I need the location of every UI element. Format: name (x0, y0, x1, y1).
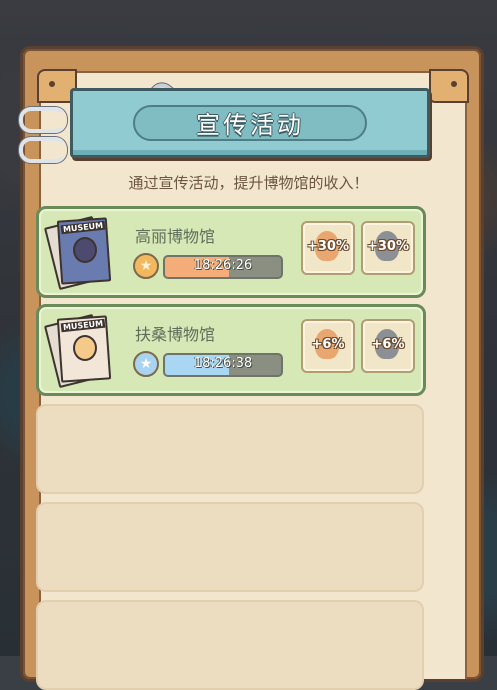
empty-campaign-slot[interactable] (36, 502, 424, 592)
empty-campaign-slot[interactable] (36, 404, 424, 494)
bonus-badge-visitors[interactable]: +30% (361, 221, 415, 275)
bonus-badge-income[interactable]: +30% (301, 221, 355, 275)
header-plaque: 宣传活动 (70, 88, 430, 158)
star-icon: ★ (133, 253, 159, 279)
star-icon: ★ (133, 351, 159, 377)
bonus-value: +6% (371, 337, 405, 352)
page-title: 宣传活动 (196, 111, 304, 139)
binder-ring-icon (19, 107, 67, 133)
bonus-badge-income[interactable]: +6% (301, 319, 355, 373)
bonus-value: +6% (311, 337, 345, 352)
poster-portrait (73, 335, 97, 361)
campaign-timer: 18:26:38 (163, 353, 283, 377)
timer-text: 18:26:26 (193, 258, 253, 273)
binder-ring-icon (19, 137, 67, 163)
corner-bracket-right (429, 69, 469, 103)
empty-campaign-slot[interactable] (36, 600, 424, 690)
bonus-value: +30% (306, 239, 349, 254)
nail-icon (49, 81, 55, 87)
campaign-timer: 18:26:26 (163, 255, 283, 279)
nail-icon (451, 81, 457, 87)
timer-text: 18:26:38 (193, 356, 253, 371)
bonus-badge-visitors[interactable]: +6% (361, 319, 415, 373)
campaign-row[interactable]: MUSEUM 扶桑博物馆 ★ 18:26:38 +6% +6% (36, 304, 426, 396)
museum-name: 高丽博物馆 (135, 227, 216, 246)
campaign-row[interactable]: MUSEUM 高丽博物馆 ★ 18:26:26 +30% +30% (36, 206, 426, 298)
campaign-description: 通过宣传活动，提升博物馆的收入！ (128, 174, 369, 192)
museum-poster-icon: MUSEUM (44, 313, 112, 389)
bonus-value: +30% (366, 239, 409, 254)
poster-portrait (73, 237, 97, 263)
museum-poster-icon: MUSEUM (44, 215, 112, 291)
museum-name: 扶桑博物馆 (135, 325, 216, 344)
